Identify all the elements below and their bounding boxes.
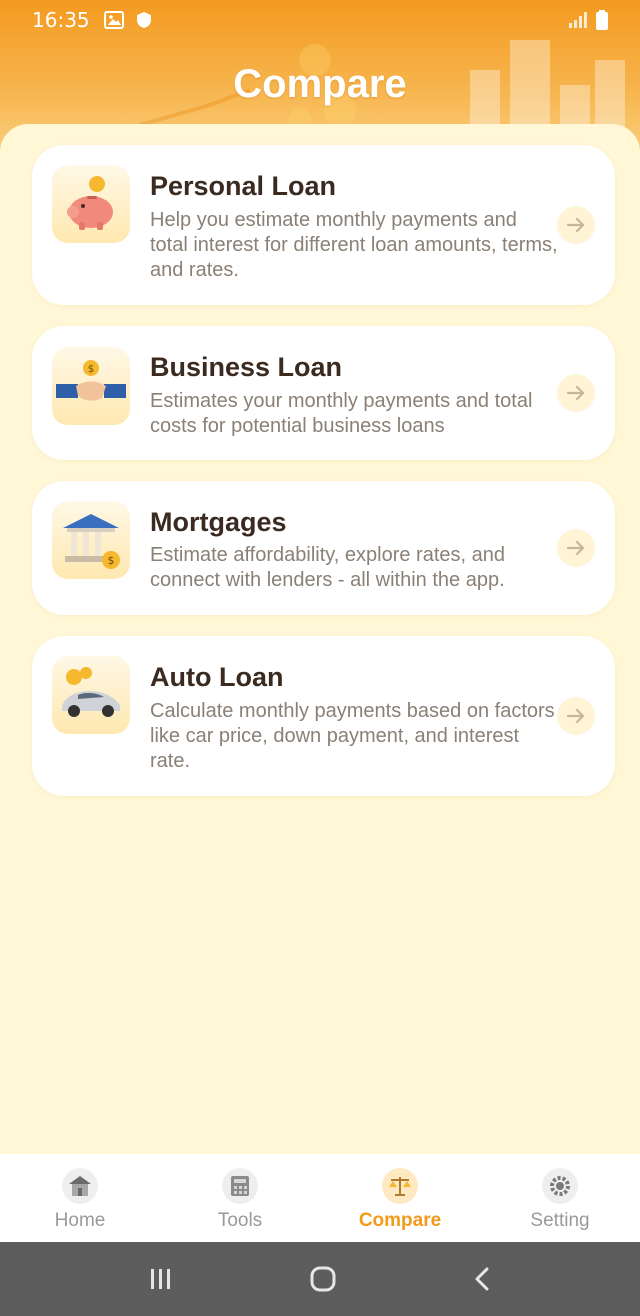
- car-icon: [52, 656, 130, 734]
- gear-icon: [542, 1168, 578, 1204]
- battery-icon: [596, 10, 608, 30]
- nav-item-compare[interactable]: Compare: [320, 1154, 480, 1242]
- back-icon[interactable]: [472, 1266, 492, 1292]
- arrow-right-icon[interactable]: [557, 374, 595, 412]
- card-description: Estimates your monthly payments and tota…: [150, 390, 533, 437]
- card-title: Mortgages: [150, 507, 287, 537]
- card-auto-loan[interactable]: Auto Loan Calculate monthly payments bas…: [32, 636, 615, 796]
- card-description: Estimate affordability, explore rates, a…: [150, 544, 505, 591]
- card-title: Business Loan: [150, 352, 343, 382]
- svg-text:$: $: [88, 364, 94, 375]
- arrow-right-icon[interactable]: [557, 697, 595, 735]
- nav-label: Compare: [358, 1210, 442, 1231]
- page-title: Compare: [233, 62, 407, 106]
- nav-label: Tools: [217, 1210, 263, 1231]
- status-bar: 16:35: [0, 0, 640, 40]
- arrow-right-icon[interactable]: [557, 206, 595, 244]
- arrow-right-icon[interactable]: [557, 529, 595, 567]
- card-description: Calculate monthly payments based on fact…: [150, 700, 555, 772]
- card-description: Help you estimate monthly payments and t…: [150, 209, 558, 281]
- bottom-nav: Home Tools Compare Setting: [0, 1154, 640, 1242]
- signal-icon: [569, 12, 587, 28]
- bank-building-icon: $: [52, 501, 130, 579]
- card-personal-loan[interactable]: Personal Loan Help you estimate monthly …: [32, 145, 615, 305]
- card-title: Personal Loan: [150, 171, 337, 201]
- card-mortgages[interactable]: $ Mortgages Estimate affordability, expl…: [32, 481, 615, 615]
- handshake-icon: $: [52, 347, 130, 425]
- nav-item-tools[interactable]: Tools: [160, 1154, 320, 1242]
- shield-icon: [136, 12, 151, 28]
- svg-text:$: $: [108, 554, 115, 567]
- nav-label: Setting: [530, 1210, 590, 1231]
- card-business-loan[interactable]: $ Business Loan Estimates your monthly p…: [32, 326, 615, 460]
- scales-icon: [382, 1168, 418, 1204]
- recent-apps-icon[interactable]: [148, 1267, 174, 1291]
- nav-item-setting[interactable]: Setting: [480, 1154, 640, 1242]
- home-button-icon[interactable]: [309, 1265, 337, 1293]
- calculator-icon: [222, 1168, 258, 1204]
- status-time: 16:35: [32, 8, 90, 32]
- home-icon: [62, 1168, 98, 1204]
- piggy-bank-icon: [52, 165, 130, 243]
- card-title: Auto Loan: [150, 662, 284, 692]
- nav-item-home[interactable]: Home: [0, 1154, 160, 1242]
- gallery-icon: [103, 11, 124, 29]
- nav-label: Home: [54, 1210, 106, 1231]
- system-nav-bar: [0, 1242, 640, 1316]
